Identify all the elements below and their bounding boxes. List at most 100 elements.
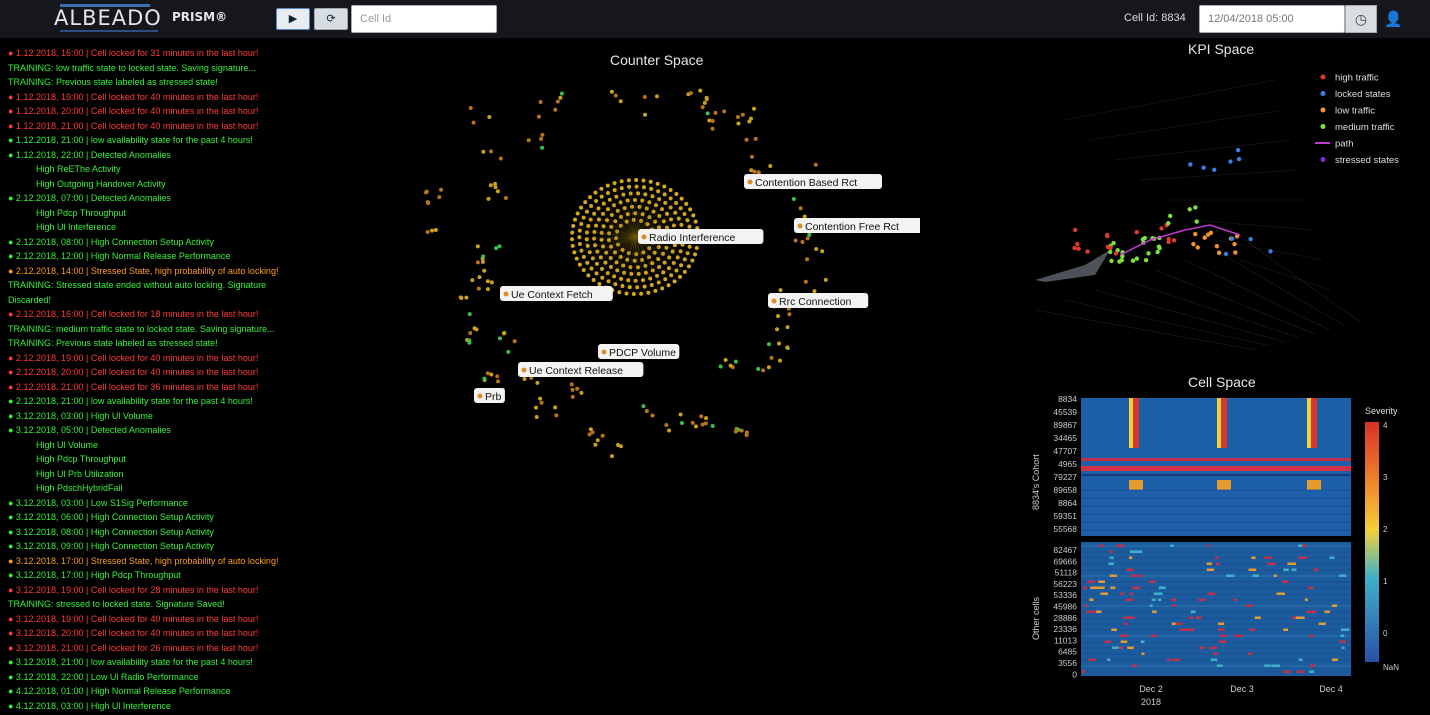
- log-entry: TRAINING: Stressed state ended without a…: [8, 280, 267, 290]
- graph-node: [710, 424, 715, 429]
- graph-node: [597, 282, 602, 287]
- heat-cell: [1219, 634, 1227, 637]
- graph-node: [486, 196, 491, 201]
- heat-cell: [1184, 628, 1191, 631]
- graph-node: [700, 105, 705, 110]
- heat-cell: [1249, 628, 1256, 631]
- graph-node: [656, 280, 661, 285]
- kpi-point: [1166, 239, 1171, 245]
- colorbar-tick: 4: [1383, 421, 1388, 430]
- kpi-point: [1113, 251, 1119, 256]
- graph-node: [581, 215, 586, 220]
- graph-node: [641, 404, 646, 409]
- heat-cell: [1296, 670, 1305, 673]
- graph-node: [642, 95, 647, 100]
- graph-node: [679, 421, 684, 426]
- graph-node: [487, 114, 492, 119]
- heat-cell: [1282, 580, 1289, 583]
- graph-node: [619, 179, 624, 184]
- graph-node: [687, 224, 692, 229]
- graph-node: [705, 111, 710, 116]
- heat-cell: [1276, 592, 1286, 595]
- graph-node: [752, 106, 757, 111]
- graph-node: [653, 288, 658, 293]
- heat-band: [1221, 398, 1227, 448]
- reset-button[interactable]: ⟳: [314, 8, 348, 30]
- heat-cell: [1215, 556, 1219, 559]
- log-entry: ● 1.12.2018, 22:00 | Detected Anomalies: [8, 149, 171, 160]
- user-icon[interactable]: 👤: [1384, 10, 1403, 28]
- graph-node: [768, 163, 773, 168]
- graph-node: [572, 250, 577, 255]
- graph-node: [710, 126, 715, 131]
- legend-label: medium traffic: [1335, 122, 1395, 133]
- graph-node: [668, 187, 673, 192]
- heat-cell: [1096, 610, 1102, 613]
- heat-cell: [1313, 568, 1319, 571]
- counter-space-graph[interactable]: Contention Based Rct Radio Interference Co…: [420, 80, 920, 530]
- graph-node: [664, 422, 669, 427]
- graph-node: [577, 228, 582, 233]
- graph-node: [775, 327, 780, 332]
- cell-id-label: Cell Id: 8834: [1124, 12, 1186, 24]
- kpi-point: [1085, 249, 1090, 254]
- grid-line: [1139, 169, 1300, 181]
- heat-cell: [1341, 646, 1345, 649]
- graph-node: [679, 196, 684, 201]
- kpi-space-plot[interactable]: high traffic locked states low traffic medi…: [1025, 60, 1430, 360]
- log-entry: ● 3.12.2018, 03:00 | High Ul Volume: [8, 410, 153, 421]
- play-button[interactable]: ▶: [276, 8, 310, 30]
- graph-node: [558, 95, 563, 100]
- heat-cell: [1141, 652, 1145, 655]
- y-tick-label: 59351: [1053, 511, 1077, 521]
- graph-node: [596, 206, 601, 211]
- graph-node: [744, 137, 749, 142]
- event-log[interactable]: ● 1.12.2018, 16:00 | Cell locked for 31 …: [8, 46, 338, 714]
- graph-node: [535, 380, 540, 385]
- graph-node: [485, 371, 490, 376]
- graph-node: [682, 269, 687, 274]
- heat-cell: [1198, 598, 1206, 601]
- heat-cell: [1217, 622, 1225, 625]
- graph-node: [618, 99, 623, 104]
- heat-cell: [1216, 664, 1223, 667]
- node-label: Radio Interference: [649, 232, 736, 244]
- graph-node: [559, 91, 564, 96]
- legend-swatch: [1320, 107, 1326, 113]
- graph-node: [672, 279, 677, 284]
- graph-node: [569, 382, 574, 387]
- kpi-point: [1104, 232, 1110, 238]
- graph-node: [593, 442, 598, 447]
- graph-node: [570, 243, 575, 248]
- heat-cell: [1123, 616, 1133, 619]
- heat-cell: [1130, 574, 1138, 577]
- graph-node: [577, 262, 582, 267]
- graph-node: [642, 284, 647, 289]
- colorbar-title: Severity: [1365, 406, 1398, 416]
- graph-node: [489, 280, 494, 285]
- graph-node: [749, 154, 754, 159]
- graph-node: [693, 252, 698, 257]
- kpi-point: [1235, 147, 1241, 153]
- graph-node: [656, 189, 661, 194]
- log-entry: ● 2.12.2018, 12:00 | High Normal Release…: [8, 251, 231, 261]
- log-entry: ● 3.12.2018, 21:00 | low availability st…: [8, 657, 253, 667]
- graph-node: [481, 254, 486, 259]
- date-input[interactable]: 12/04/2018 05:00: [1199, 5, 1345, 33]
- kpi-point: [1108, 249, 1113, 255]
- x-sub-label: 2018: [1141, 697, 1161, 707]
- legend-label: locked states: [1335, 89, 1391, 100]
- node-label: Rrc Connection: [779, 296, 852, 308]
- graph-node: [699, 414, 704, 419]
- heat-cell: [1199, 646, 1205, 649]
- graph-node: [662, 184, 667, 189]
- counter-space-title: Counter Space: [610, 52, 704, 68]
- play-icon: ▶: [288, 13, 298, 25]
- log-entry: ● 2.12.2018, 08:00 | High Connection Set…: [8, 236, 214, 247]
- cell-id-input[interactable]: Cell Id: [351, 5, 497, 33]
- calendar-button[interactable]: ◷: [1345, 5, 1377, 33]
- heat-cell: [1179, 628, 1185, 631]
- graph-node: [433, 227, 438, 232]
- graph-node: [574, 256, 579, 261]
- cell-space-heatmap[interactable]: 8834 45539 89867 34465 47707 4965 79227 89658 88…: [1025, 390, 1430, 710]
